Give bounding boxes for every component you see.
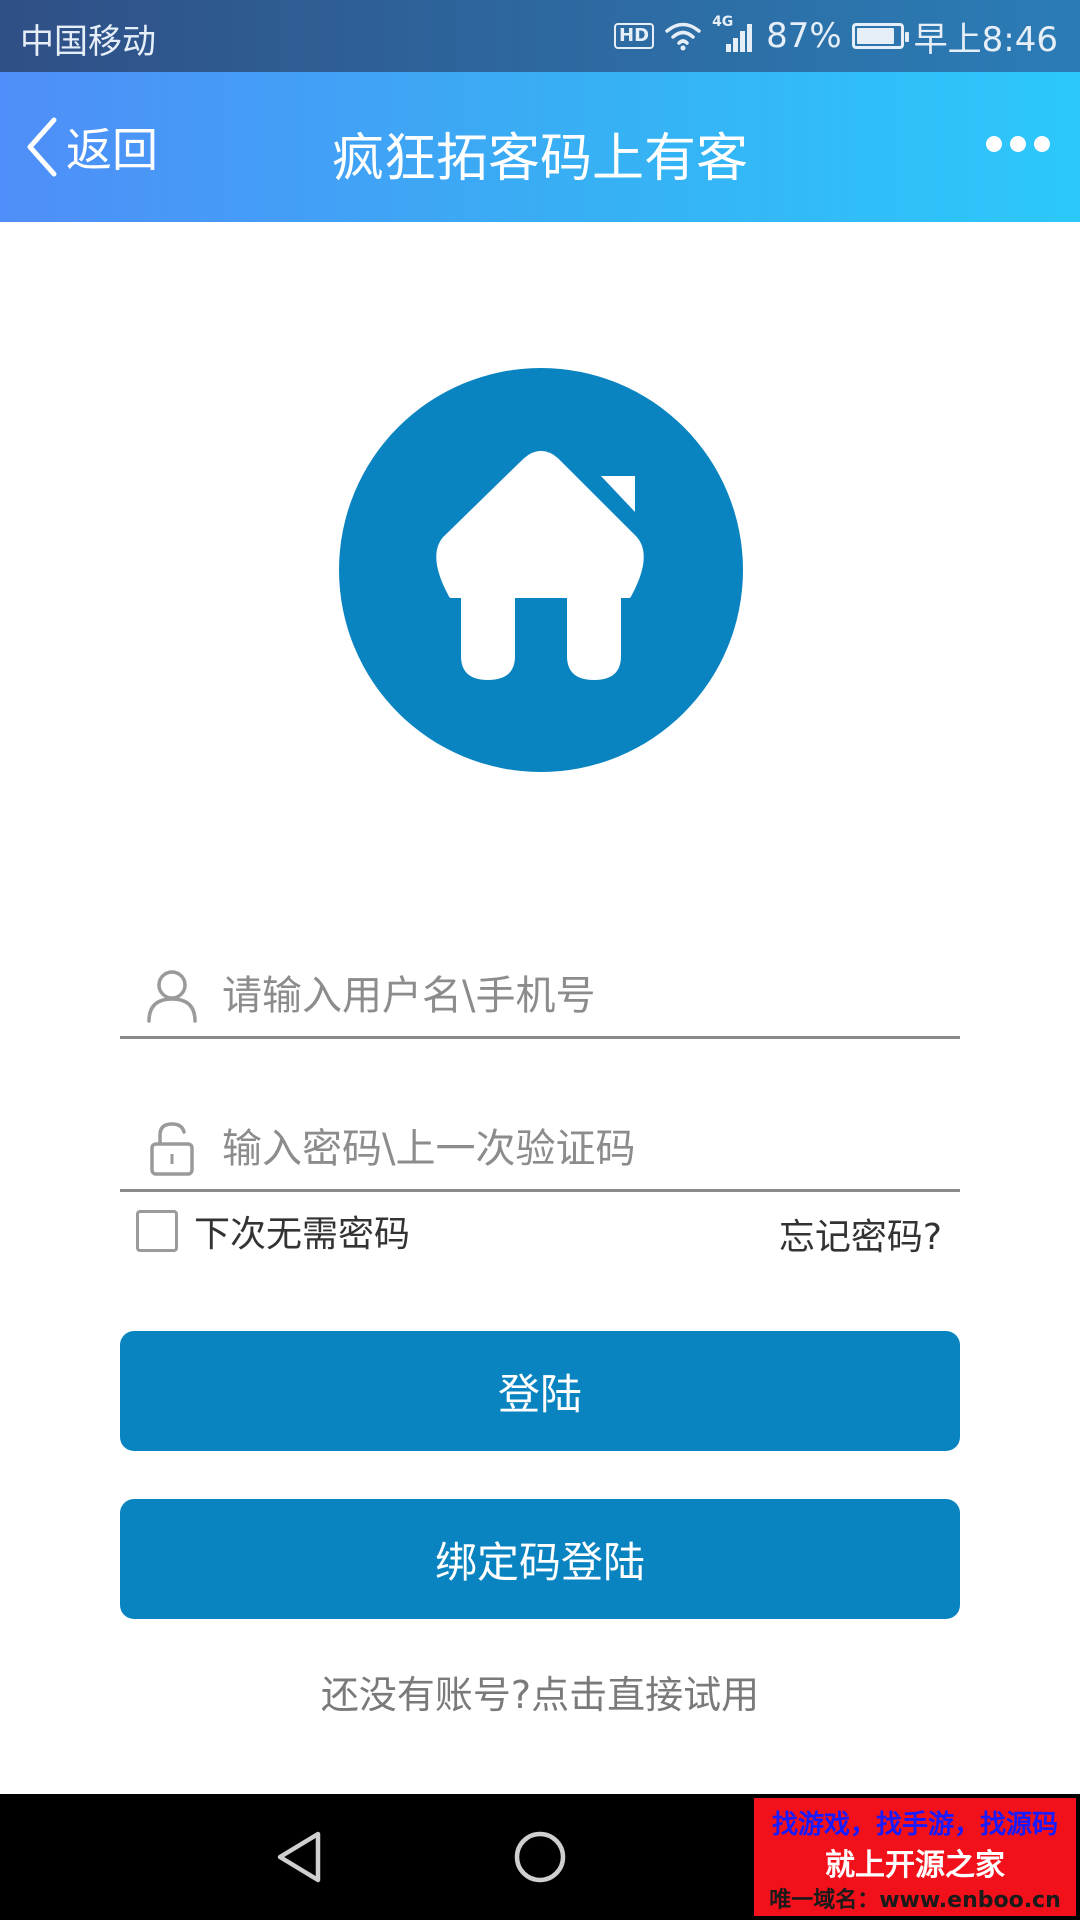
app-logo xyxy=(339,368,743,772)
user-icon xyxy=(147,970,197,1023)
remember-label: 下次无需密码 xyxy=(194,1214,411,1255)
more-options-button[interactable] xyxy=(986,136,1050,152)
forgot-password-link[interactable]: 忘记密码? xyxy=(779,1208,942,1260)
home-circle-icon[interactable] xyxy=(511,1828,569,1886)
password-field xyxy=(120,1108,960,1190)
password-input[interactable] xyxy=(220,1108,944,1190)
status-bar: 中国移动 HD 4G 87% 早上8:46 xyxy=(0,0,1080,72)
home-icon xyxy=(436,451,644,680)
wifi-icon xyxy=(665,22,701,51)
page-title: 疯狂拓客码上有客 xyxy=(331,129,748,189)
watermark-line3: 唯一域名：www.enboo.cn xyxy=(769,1888,1061,1913)
status-icons: HD 4G 87% 早上8:46 xyxy=(614,12,1058,60)
battery-level-fill xyxy=(856,28,894,44)
watermark-line2: 就上开源之家 xyxy=(825,1848,1005,1883)
signal-icon: 4G xyxy=(712,14,756,54)
carrier-name: 中国移动 xyxy=(20,22,156,62)
trial-link[interactable]: 还没有账号?点击直接试用 xyxy=(0,1664,1080,1719)
battery-percent: 87% xyxy=(766,16,842,56)
watermark-line1: 找游戏，找手游，找源码 xyxy=(771,1810,1058,1840)
bind-code-login-button[interactable]: 绑定码登陆 xyxy=(120,1499,960,1619)
title-bar: 返回 疯狂拓客码上有客 xyxy=(0,72,1080,222)
password-underline xyxy=(120,1189,960,1192)
clock: 早上8:46 xyxy=(913,19,1058,60)
username-field xyxy=(120,955,960,1037)
watermark-banner: 找游戏，找手游，找源码 就上开源之家 唯一域名：www.enboo.cn xyxy=(754,1798,1076,1916)
login-button[interactable]: 登陆 xyxy=(120,1331,960,1451)
hd-voice-icon: HD xyxy=(614,23,655,49)
username-underline xyxy=(120,1036,960,1039)
more-dots-icon xyxy=(986,136,1002,152)
remember-checkbox[interactable]: 下次无需密码 xyxy=(136,1205,410,1257)
battery-icon xyxy=(851,23,909,49)
unlock-icon xyxy=(150,1122,194,1176)
checkbox-box[interactable] xyxy=(136,1210,178,1252)
back-triangle-icon[interactable] xyxy=(272,1828,328,1886)
username-input[interactable] xyxy=(220,955,944,1037)
